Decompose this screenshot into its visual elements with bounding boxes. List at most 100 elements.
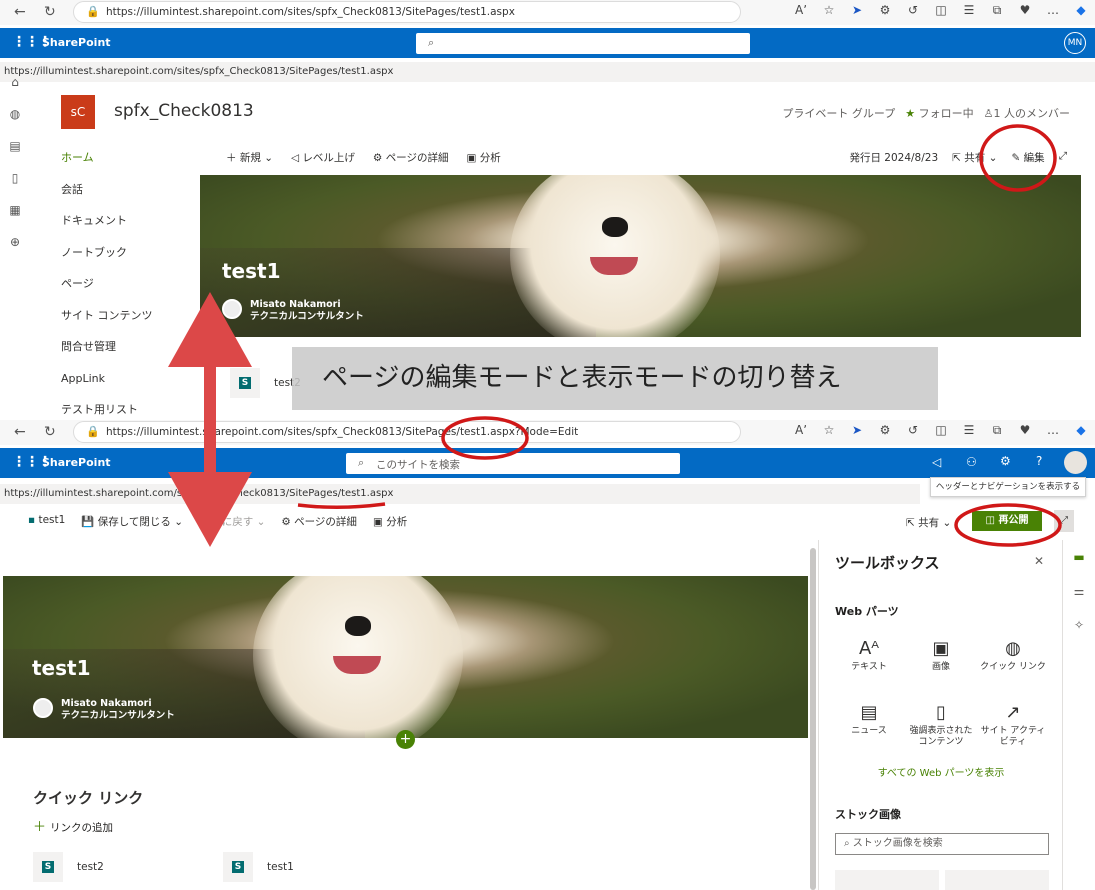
document-icon: ▯ <box>936 702 946 723</box>
dog-shape <box>510 175 720 337</box>
copilot-icon[interactable]: ◆ <box>1067 423 1095 438</box>
back-icon[interactable]: ← <box>14 4 26 20</box>
analytics-button[interactable]: ▣ 分析 <box>373 514 407 529</box>
favorites-list-icon[interactable]: ☰ <box>955 423 983 438</box>
address-bar[interactable]: 🔒 https://illumintest.sharepoint.com/sit… <box>73 1 741 23</box>
add-link-button[interactable]: ＋リンクの追加 <box>33 816 113 835</box>
performance-icon[interactable]: ♥ <box>1011 423 1039 438</box>
nav-item[interactable]: 会話 <box>61 177 153 209</box>
analytics-button[interactable]: ▣ 分析 <box>466 150 500 165</box>
new-button[interactable]: ＋ 新規 ⌄ <box>226 150 273 165</box>
stock-search-input[interactable]: ⌕ ストック画像を検索 <box>835 833 1049 855</box>
quick-link-item[interactable]: S test1 <box>223 852 294 882</box>
share-button[interactable]: ⇱ 共有 ⌄ <box>952 150 997 165</box>
refresh-icon[interactable]: ↻ <box>44 4 56 20</box>
extension-icon[interactable]: ➤ <box>843 3 871 18</box>
share-button[interactable]: ⇱ 共有 ⌄ <box>906 515 951 530</box>
avatar[interactable] <box>1064 451 1087 474</box>
site-name[interactable]: spfx_Check0813 <box>114 101 254 121</box>
follow-button[interactable]: ★ フォロー中 <box>905 105 973 121</box>
scrollbar[interactable] <box>810 548 816 890</box>
nav-item[interactable]: ページ <box>61 271 153 303</box>
quick-link-item[interactable]: S test2 <box>33 852 104 882</box>
show-all-webparts-link[interactable]: すべての Web パーツを表示 <box>819 764 1063 779</box>
collections-icon[interactable]: ⧉ <box>983 423 1011 438</box>
nav-item[interactable]: ホーム <box>61 145 153 177</box>
refresh-ext-icon[interactable]: ↺ <box>899 3 927 18</box>
webpart-text[interactable]: Aᴬ テキスト <box>835 636 903 673</box>
page-title[interactable]: test1 <box>32 656 91 680</box>
globe-icon[interactable]: ◍ <box>0 98 30 130</box>
page-details-button[interactable]: ⚙ ページの詳細 <box>281 514 357 529</box>
read-aloud-icon[interactable]: Aʼ <box>787 423 815 438</box>
stock-image-tile[interactable] <box>945 870 1049 890</box>
command-bar-right: 発行日 2024/8/23 ⇱ 共有 ⌄ ✎ 編集 ⤢ <box>849 150 1067 165</box>
favorites-list-icon[interactable]: ☰ <box>955 3 983 18</box>
page-button[interactable]: ▪ test1 <box>28 514 65 529</box>
split-screen-icon[interactable]: ◫ <box>927 423 955 438</box>
copilot-icon[interactable]: ◆ <box>1067 3 1095 18</box>
file-icon[interactable]: ▯ <box>0 162 30 194</box>
republish-button[interactable]: ◫ 再公開 <box>972 511 1042 531</box>
help-icon[interactable]: ? <box>1036 454 1042 468</box>
sparkle-icon[interactable]: ✧ <box>1063 608 1095 642</box>
nav-item[interactable]: ドキュメント <box>61 208 153 240</box>
webpart-image[interactable]: ▣ 画像 <box>907 636 975 673</box>
refresh-ext-icon[interactable]: ↺ <box>899 423 927 438</box>
webpart-quicklinks[interactable]: ◍ クイック リンク <box>979 636 1047 673</box>
split-screen-icon[interactable]: ◫ <box>927 3 955 18</box>
webpart-activity[interactable]: ↗ サイト アクティビティ <box>979 700 1047 748</box>
site-logo[interactable]: sC <box>61 95 95 129</box>
webpart-highlighted[interactable]: ▯ 強調表示された コンテンツ <box>907 700 975 748</box>
refresh-icon[interactable]: ↻ <box>44 424 56 440</box>
nav-item[interactable]: 問合せ管理 <box>61 334 153 366</box>
app-bar: ⌂ ◍ ▤ ▯ ▦ ⊕ <box>0 60 30 258</box>
quick-links-title[interactable]: クイック リンク <box>33 787 143 808</box>
follow-label: フォロー中 <box>918 107 974 120</box>
page-details-button[interactable]: ⚙ ページの詳細 <box>373 150 449 165</box>
extension-icon[interactable]: ➤ <box>843 423 871 438</box>
nav-item[interactable]: AppLink <box>61 366 153 398</box>
more-icon[interactable]: … <box>1039 3 1067 18</box>
close-icon[interactable]: ✕ <box>1034 554 1044 568</box>
nav-item[interactable]: サイト コンテンツ <box>61 303 153 335</box>
list-icon[interactable]: ▦ <box>0 194 30 226</box>
performance-icon[interactable]: ♥ <box>1011 3 1039 18</box>
properties-icon[interactable]: ⚌ <box>1063 574 1095 608</box>
favorite-icon[interactable]: ☆ <box>815 3 843 18</box>
webpart-news[interactable]: ▤ ニュース <box>835 700 903 737</box>
stock-image-tile[interactable] <box>835 870 939 890</box>
add-section-button[interactable]: + <box>396 730 415 749</box>
edit-button[interactable]: ✎ 編集 <box>1011 150 1044 165</box>
read-aloud-icon[interactable]: Aʼ <box>787 3 815 18</box>
toolbox-icon[interactable]: ▬ <box>1063 540 1095 574</box>
back-icon[interactable]: ← <box>14 424 26 440</box>
search-box[interactable]: ⌕ このサイトを検索 <box>346 453 680 474</box>
sharepoint-label[interactable]: SharePoint <box>42 456 111 469</box>
sharepoint-label[interactable]: SharePoint <box>42 36 111 49</box>
news-icon[interactable]: ▤ <box>0 130 30 162</box>
collections-icon[interactable]: ⧉ <box>983 3 1011 18</box>
avatar[interactable]: MN <box>1064 32 1086 54</box>
save-close-label: 保存して閉じる <box>97 516 171 528</box>
nav-item[interactable]: ノートブック <box>61 240 153 272</box>
author-info[interactable]: Misato Nakamori テクニカルコンサルタント <box>250 299 364 323</box>
add-icon[interactable]: ⊕ <box>0 226 30 258</box>
search-box[interactable]: ⌕ <box>416 33 750 54</box>
news-item[interactable]: S test2 <box>230 368 301 398</box>
more-icon[interactable]: … <box>1039 423 1067 438</box>
extension-icon[interactable]: ⚙ <box>871 3 899 18</box>
promote-button[interactable]: ◁ レベル上げ <box>291 150 355 165</box>
home-icon[interactable]: ⌂ <box>0 66 30 98</box>
author-info[interactable]: Misato Nakamori テクニカルコンサルタント <box>61 698 175 722</box>
settings-icon[interactable]: ⚙ <box>1000 454 1011 468</box>
extension-icon[interactable]: ⚙ <box>871 423 899 438</box>
expand-icon[interactable]: ⤢ <box>1054 510 1074 532</box>
members-button[interactable]: ♙1 人のメンバー <box>984 105 1070 121</box>
favorite-icon[interactable]: ☆ <box>815 423 843 438</box>
share-network-icon[interactable]: ⚇ <box>966 455 977 469</box>
expand-icon[interactable]: ⤢ <box>1059 150 1067 165</box>
address-bar[interactable]: 🔒 https://illumintest.sharepoint.com/sit… <box>73 421 741 443</box>
feedback-icon[interactable]: ◁ <box>932 455 941 469</box>
search-placeholder: このサイトを検索 <box>376 459 460 471</box>
